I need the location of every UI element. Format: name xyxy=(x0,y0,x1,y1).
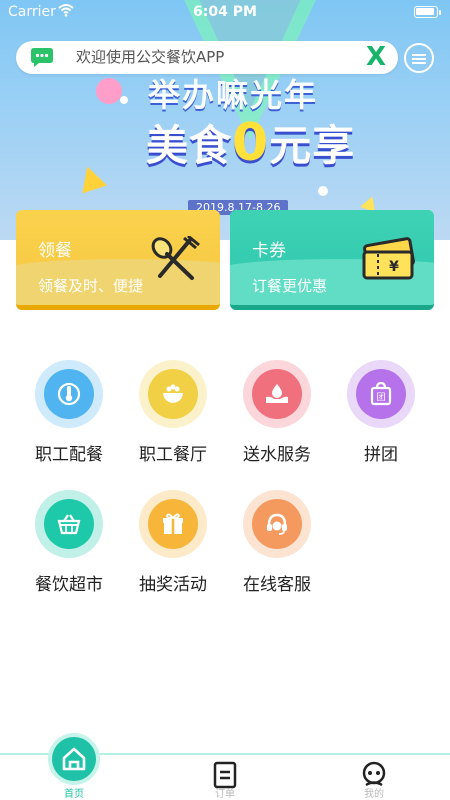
battery-tip xyxy=(439,10,441,15)
service-item[interactable]: 餐饮超市 xyxy=(24,490,114,610)
service-label: 餐饮超市 xyxy=(35,575,103,595)
search-bar[interactable]: 欢迎使用公交餐饮APP X xyxy=(16,41,398,74)
coupon-card[interactable]: 卡券 订餐更优惠 ¥ xyxy=(230,210,434,310)
banner-headline-top: 举办嘛光年 xyxy=(148,76,319,114)
message-icon-line xyxy=(412,58,426,60)
tab-orders[interactable]: 订单 xyxy=(195,755,255,800)
service-icon-disc: 团 xyxy=(356,369,406,419)
decor-bubble xyxy=(120,96,128,104)
tab-profile[interactable]: 我的 xyxy=(344,755,404,800)
decor-triangle xyxy=(74,162,108,194)
rice-bowl-icon xyxy=(163,384,183,403)
card-title: 卡券 xyxy=(252,241,286,261)
chat-bubble-icon xyxy=(31,48,53,67)
headset-icon xyxy=(267,513,287,535)
home-icon xyxy=(62,747,86,771)
headline-suffix: 元享 xyxy=(269,121,356,170)
service-icon-disc xyxy=(252,369,302,419)
gift-icon xyxy=(163,513,183,534)
card-title: 领餐 xyxy=(38,241,72,261)
message-icon-line xyxy=(412,54,426,56)
thermometer-icon xyxy=(57,382,81,406)
home-tab-highlight[interactable] xyxy=(52,737,96,781)
service-icon-ring xyxy=(35,360,103,428)
tab-label: 订单 xyxy=(215,789,235,800)
fork-spoon-icon xyxy=(151,236,200,280)
service-icon-disc xyxy=(44,369,94,419)
service-icon-ring xyxy=(243,360,311,428)
promo-banner[interactable]: 举办嘛光年 美食0元享 2019.8.17-8.26 xyxy=(0,0,450,240)
service-icon-ring: 团 xyxy=(347,360,415,428)
tab-label: 首页 xyxy=(64,789,84,800)
water-hand-icon xyxy=(266,384,288,403)
service-item[interactable]: 送水服务 xyxy=(232,360,322,480)
message-button[interactable] xyxy=(404,43,434,73)
search-placeholder[interactable]: 欢迎使用公交餐饮APP xyxy=(76,41,224,74)
service-icon-ring xyxy=(139,360,207,428)
decor-bubble xyxy=(318,186,328,196)
banner-headline: 美食0元享 xyxy=(146,112,355,173)
service-icon-ring xyxy=(139,490,207,558)
battery-icon xyxy=(414,6,438,18)
service-icon-disc xyxy=(44,499,94,549)
card-subtitle: 订餐更优惠 xyxy=(252,277,328,295)
basket-icon xyxy=(57,514,81,535)
service-label: 职工配餐 xyxy=(35,445,103,465)
service-icon-disc xyxy=(252,499,302,549)
service-icon-ring xyxy=(243,490,311,558)
card-subtitle: 领餐及时、便捷 xyxy=(38,277,144,295)
service-item[interactable]: 职工配餐 xyxy=(24,360,114,480)
service-label: 拼团 xyxy=(364,445,398,465)
tab-label: 我的 xyxy=(364,789,384,800)
svg-text:¥: ¥ xyxy=(389,259,399,275)
service-icon-disc xyxy=(148,499,198,549)
status-bar: Carrier 6:04 PM xyxy=(0,0,450,24)
service-label: 送水服务 xyxy=(243,445,311,465)
service-icon-ring xyxy=(35,490,103,558)
service-item[interactable]: 在线客服 xyxy=(232,490,322,610)
service-item[interactable]: 抽奖活动 xyxy=(128,490,218,610)
service-icon-disc xyxy=(148,369,198,419)
service-label: 抽奖活动 xyxy=(139,575,207,595)
group-bag-icon: 团 xyxy=(370,382,392,406)
brand-logo: X xyxy=(365,42,386,72)
ticket-icon: ¥ xyxy=(362,237,415,280)
message-icon-line xyxy=(412,62,426,64)
service-label: 职工餐厅 xyxy=(139,445,207,465)
headline-prefix: 美食 xyxy=(146,121,233,170)
svg-text:团: 团 xyxy=(376,392,385,403)
headline-zero: 0 xyxy=(232,113,270,173)
service-item[interactable]: 团拼团 xyxy=(336,360,426,480)
status-time: 6:04 PM xyxy=(193,4,257,20)
service-label: 在线客服 xyxy=(243,575,311,595)
decor-bubble xyxy=(96,78,122,104)
service-item[interactable]: 职工餐厅 xyxy=(128,360,218,480)
pickup-meal-card[interactable]: 领餐 领餐及时、便捷 xyxy=(16,210,220,310)
